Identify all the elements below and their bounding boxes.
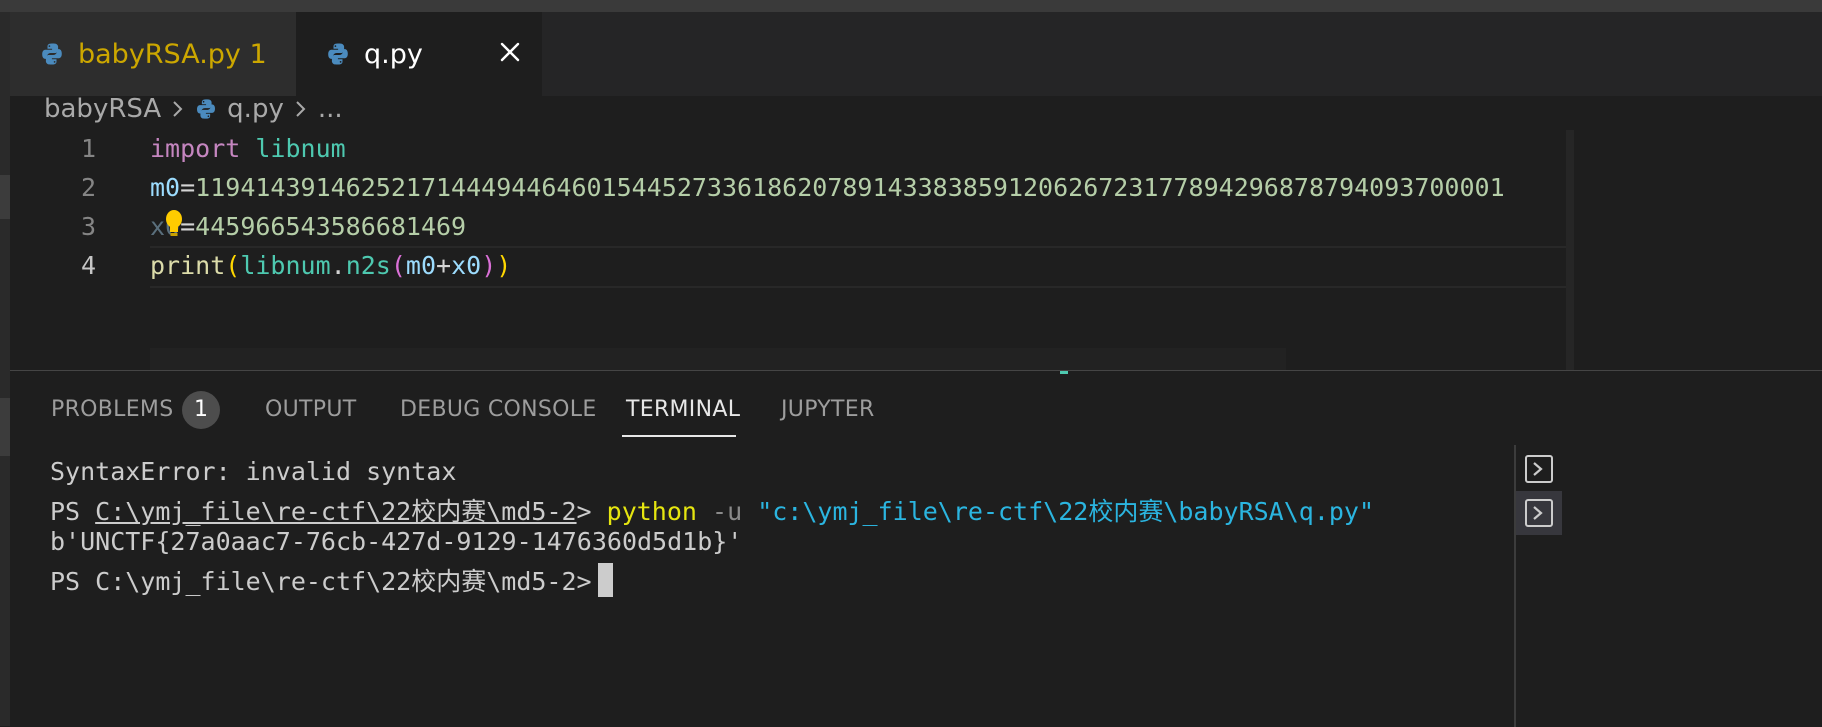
keyword-token: import [150, 134, 241, 163]
terminal-instance-button-active[interactable] [1516, 491, 1562, 535]
tab-q-py[interactable]: q.py [296, 12, 542, 96]
module-token: libnum [255, 134, 346, 163]
breadcrumb-folder[interactable]: babyRSA [44, 94, 161, 124]
activity-edge [0, 12, 10, 726]
function-token: n2s [345, 251, 391, 280]
terminal-icon [1525, 455, 1553, 483]
operator-token: . [330, 251, 346, 280]
number-token: 1194143914625217144494464601544527336186… [195, 173, 1505, 202]
tab-label: babyRSA.py 1 [78, 38, 267, 70]
terminal-line: PS C:\ymj_file\re-ctf\22校内赛\md5-2> pytho… [50, 492, 1374, 528]
terminal-instance-button[interactable] [1516, 447, 1562, 491]
operator-token: = [180, 173, 196, 202]
python-file-icon [42, 43, 62, 65]
breadcrumb-more[interactable]: ... [318, 94, 343, 124]
tab-jupyter[interactable]: JUPYTER [781, 397, 875, 422]
breadcrumb-file[interactable]: q.py [227, 94, 284, 124]
line-number: 2 [80, 173, 96, 202]
variable-token: m0 [150, 173, 181, 202]
edge-marker [0, 175, 10, 219]
function-token: print [150, 251, 226, 280]
terminal-prompt-line[interactable]: PS C:\ymj_file\re-ctf\22校内赛\md5-2> [50, 562, 613, 598]
module-token: libnum [240, 251, 331, 280]
tab-debug-console[interactable]: DEBUG CONSOLE [400, 397, 597, 422]
paren-token: ) [481, 251, 497, 280]
paren-token: ) [496, 251, 512, 280]
tab-terminal[interactable]: TERMINAL [626, 397, 740, 422]
edge-marker [0, 398, 10, 456]
tab-problems[interactable]: PROBLEMS [51, 397, 173, 422]
sash-indicator [1060, 371, 1068, 374]
prompt-text: PS C:\ymj_file\re-ctf\22校内赛\md5-2> [50, 567, 592, 596]
line-number: 3 [80, 212, 96, 241]
active-tab-underline [622, 435, 736, 437]
paren-token: ( [225, 251, 241, 280]
prompt-caret: > [576, 497, 607, 526]
code-line-2: m0=1194143914625217144494464601544527336… [150, 173, 1505, 202]
code-line-3: x0=445966543586681469 [150, 212, 466, 241]
argument-token: "c:\ymj_file\re-ctf\22校内赛\babyRSA\q.py" [757, 497, 1375, 526]
tab-label: q.py [364, 38, 423, 70]
terminal-cursor [597, 563, 613, 597]
tab-output[interactable]: OUTPUT [265, 397, 356, 422]
chevron-right-icon [173, 101, 183, 117]
paren-token: ( [390, 251, 406, 280]
window-top-strip [0, 0, 1822, 12]
tab-babyrsa[interactable]: babyRSA.py 1 [10, 12, 296, 96]
flag-token: -u [696, 497, 758, 526]
prompt-prefix: PS [50, 497, 96, 526]
chevron-right-icon [296, 101, 306, 117]
variable-token: m0 [405, 251, 437, 280]
operator-token: + [436, 251, 452, 280]
number-token: 445966543586681469 [195, 212, 467, 241]
prompt-path-link[interactable]: C:\ymj_file\re-ctf\22校内赛\md5-2 [95, 497, 576, 526]
code-line-1: import libnum [150, 134, 346, 163]
lightbulb-icon[interactable] [162, 208, 186, 238]
code-editor[interactable]: 1 2 3 4 import libnum m0=119414391462521… [10, 130, 1822, 370]
python-file-icon [197, 99, 216, 119]
editor-horizontal-scrollbar[interactable] [150, 348, 1286, 370]
line-number: 1 [80, 134, 96, 163]
terminal-line: SyntaxError: invalid syntax [50, 457, 457, 486]
problems-count-badge: 1 [182, 391, 220, 429]
command-token: python [606, 497, 697, 526]
python-file-icon [328, 43, 348, 65]
terminal-icon [1525, 499, 1553, 527]
variable-token: x0 [451, 251, 482, 280]
close-icon[interactable] [494, 36, 526, 68]
terminal-line: b'UNCTF{27a0aac7-76cb-427d-9129-1476360d… [50, 527, 743, 556]
code-line-4: print(libnum.n2s(m0+x0)) [150, 251, 511, 280]
breadcrumb: babyRSA q.py ... [44, 92, 343, 126]
line-number: 4 [80, 251, 96, 280]
editor-tab-bar: babyRSA.py 1 q.py [10, 12, 1822, 96]
editor-vertical-scrollbar[interactable] [1566, 130, 1574, 370]
bottom-panel: PROBLEMS 1 OUTPUT DEBUG CONSOLE TERMINAL… [10, 370, 1822, 727]
